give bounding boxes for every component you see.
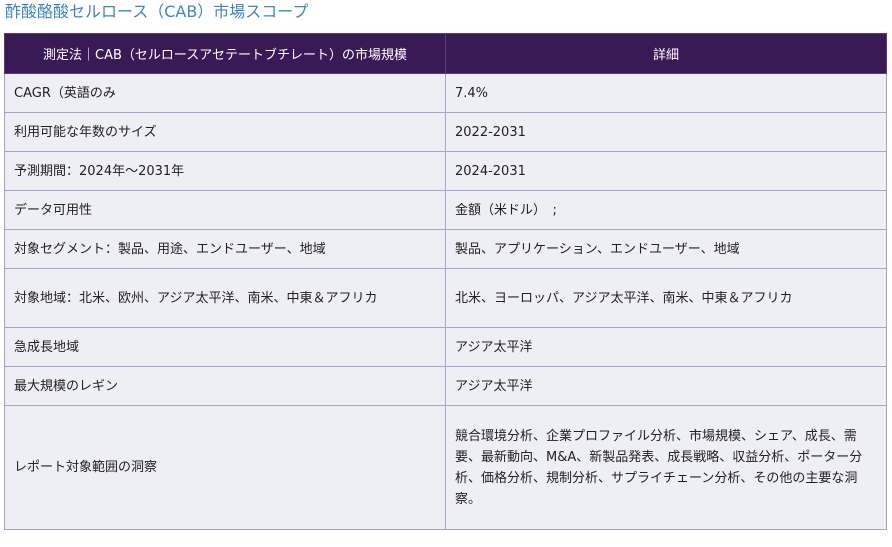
row-label: データ可用性 <box>4 190 446 230</box>
column-header-details: 詳細 <box>445 33 887 74</box>
row-label: CAGR（英語のみ <box>4 73 446 113</box>
table-row: レポート対象範囲の洞察 競合環境分析、企業プロファイル分析、市場規模、シェア、成… <box>4 405 887 530</box>
table-row: CAGR（英語のみ 7.4% <box>4 73 887 113</box>
table-row: 対象セグメント：製品、用途、エンドユーザー、地域 製品、アプリケーション、エンド… <box>4 229 887 269</box>
row-label: 対象セグメント：製品、用途、エンドユーザー、地域 <box>4 229 446 269</box>
table-row: 最大規模のレギン アジア太平洋 <box>4 366 887 406</box>
row-value: アジア太平洋 <box>445 366 887 406</box>
row-value: 競合環境分析、企業プロファイル分析、市場規模、シェア、成長、需要、最新動向、M&… <box>445 405 887 530</box>
row-value: 2024-2031 <box>445 151 887 191</box>
row-value: 北米、ヨーロッパ、アジア太平洋、南米、中東＆アフリカ <box>445 268 887 328</box>
row-value: 金額（米ドル） ; <box>445 190 887 230</box>
market-scope-table: 測定法｜CAB（セルロースアセテートブチレート）の市場規模 詳細 CAGR（英語… <box>4 33 887 530</box>
page-title: 酢酸酪酸セルロース（CAB）市場スコープ <box>5 2 309 21</box>
column-header-metric: 測定法｜CAB（セルロースアセテートブチレート）の市場規模 <box>4 33 446 74</box>
row-value: 2022-2031 <box>445 112 887 152</box>
row-label: 利用可能な年数のサイズ <box>4 112 446 152</box>
row-label: 最大規模のレギン <box>4 366 446 406</box>
table-row: 予測期間：2024年～2031年 2024-2031 <box>4 151 887 191</box>
row-label: 対象地域：北米、欧州、アジア太平洋、南米、中東＆アフリカ <box>4 268 446 328</box>
table-row: データ可用性 金額（米ドル） ; <box>4 190 887 230</box>
row-label: 予測期間：2024年～2031年 <box>4 151 446 191</box>
row-value: 7.4% <box>445 73 887 113</box>
row-value: アジア太平洋 <box>445 327 887 367</box>
row-label: 急成長地域 <box>4 327 446 367</box>
row-label: レポート対象範囲の洞察 <box>4 405 446 530</box>
table-header-row: 測定法｜CAB（セルロースアセテートブチレート）の市場規模 詳細 <box>4 33 887 74</box>
row-value: 製品、アプリケーション、エンドユーザー、地域 <box>445 229 887 269</box>
table-row: 対象地域：北米、欧州、アジア太平洋、南米、中東＆アフリカ 北米、ヨーロッパ、アジ… <box>4 268 887 328</box>
table-row: 利用可能な年数のサイズ 2022-2031 <box>4 112 887 152</box>
table-row: 急成長地域 アジア太平洋 <box>4 327 887 367</box>
